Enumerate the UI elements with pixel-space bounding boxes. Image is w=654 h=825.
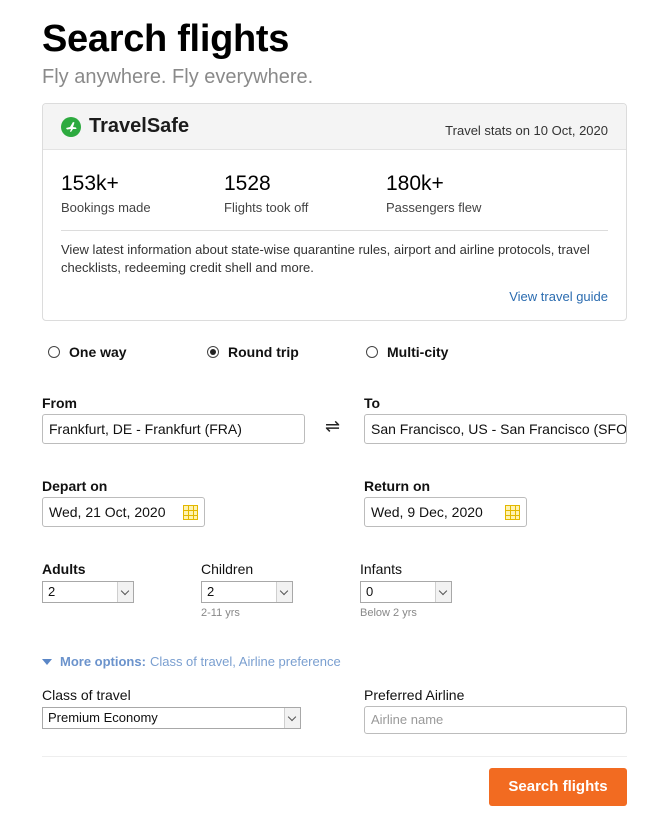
return-date-field[interactable]: Wed, 9 Dec, 2020 bbox=[364, 497, 527, 527]
trip-type-round-trip[interactable]: Round trip bbox=[207, 344, 299, 360]
adults-value: 2 bbox=[48, 584, 56, 599]
chevron-down-icon[interactable] bbox=[284, 708, 300, 728]
trip-type-multi-city[interactable]: Multi-city bbox=[366, 344, 448, 360]
return-date-value: Wed, 9 Dec, 2020 bbox=[371, 504, 483, 520]
stat-flights: 1528 Flights took off bbox=[224, 172, 308, 215]
calendar-icon[interactable] bbox=[183, 505, 198, 520]
trip-type-one-way[interactable]: One way bbox=[48, 344, 127, 360]
radio-label: Multi-city bbox=[387, 344, 449, 360]
children-value: 2 bbox=[207, 584, 215, 599]
radio-button[interactable] bbox=[48, 346, 60, 358]
travelsafe-card: TravelSafe Travel stats on 10 Oct, 2020 … bbox=[42, 103, 627, 321]
search-flights-button[interactable]: Search flights bbox=[489, 768, 627, 806]
children-hint: 2-11 yrs bbox=[201, 607, 240, 619]
divider bbox=[61, 230, 608, 231]
stat-value: 153k+ bbox=[61, 172, 119, 195]
page-title: Search flights bbox=[42, 18, 290, 60]
page-subtitle: Fly anywhere. Fly everywhere. bbox=[42, 66, 314, 88]
radio-button[interactable] bbox=[366, 346, 378, 358]
travelsafe-logo-text: TravelSafe bbox=[89, 115, 190, 137]
infants-label: Infants bbox=[360, 561, 403, 577]
travelsafe-header: TravelSafe Travel stats on 10 Oct, 2020 bbox=[43, 104, 626, 150]
chevron-down-icon[interactable] bbox=[276, 582, 292, 602]
from-input[interactable]: Frankfurt, DE - Frankfurt (FRA) bbox=[42, 414, 305, 444]
stat-value: 180k+ bbox=[386, 172, 444, 195]
infants-select[interactable]: 0 bbox=[360, 581, 452, 603]
airplane-icon bbox=[61, 117, 81, 137]
divider bbox=[42, 756, 627, 757]
more-options-detail: Class of travel, Airline preference bbox=[149, 654, 341, 669]
stat-value: 1528 bbox=[224, 172, 271, 195]
stat-label: Flights took off bbox=[224, 200, 309, 215]
travelsafe-description: View latest information about state-wise… bbox=[61, 242, 590, 275]
stat-label: Bookings made bbox=[61, 200, 151, 215]
chevron-down-icon[interactable] bbox=[117, 582, 133, 602]
children-select[interactable]: 2 bbox=[201, 581, 293, 603]
to-input[interactable]: San Francisco, US - San Francisco (SFO) bbox=[364, 414, 627, 444]
stat-label: Passengers flew bbox=[386, 200, 482, 215]
view-travel-guide-link[interactable]: View travel guide bbox=[509, 289, 608, 304]
stat-passengers: 180k+ Passengers flew bbox=[386, 172, 481, 215]
calendar-icon[interactable] bbox=[505, 505, 520, 520]
adults-select[interactable]: 2 bbox=[42, 581, 134, 603]
radio-label: Round trip bbox=[228, 344, 299, 360]
depart-date-value: Wed, 21 Oct, 2020 bbox=[49, 504, 166, 520]
caret-down-icon bbox=[42, 658, 52, 665]
infants-hint: Below 2 yrs bbox=[360, 607, 417, 619]
radio-button-selected[interactable] bbox=[207, 346, 219, 358]
from-label: From bbox=[42, 395, 77, 411]
depart-label: Depart on bbox=[42, 478, 108, 494]
airline-name-input[interactable]: Airline name bbox=[364, 706, 627, 734]
more-options-label: More options: bbox=[60, 654, 146, 669]
class-of-travel-value: Premium Economy bbox=[48, 710, 158, 725]
class-of-travel-select[interactable]: Premium Economy bbox=[42, 707, 301, 729]
more-options-toggle[interactable]: More options: Class of travel, Airline p… bbox=[42, 654, 341, 669]
children-label: Children bbox=[201, 561, 254, 577]
chevron-down-icon[interactable] bbox=[435, 582, 451, 602]
class-of-travel-label: Class of travel bbox=[42, 687, 131, 703]
stat-bookings: 153k+ Bookings made bbox=[61, 172, 151, 215]
radio-label: One way bbox=[69, 344, 127, 360]
adults-label: Adults bbox=[42, 561, 86, 577]
infants-value: 0 bbox=[366, 584, 374, 599]
return-label: Return on bbox=[364, 478, 431, 494]
depart-date-field[interactable]: Wed, 21 Oct, 2020 bbox=[42, 497, 205, 527]
preferred-airline-label: Preferred Airline bbox=[364, 687, 465, 703]
stats-date: Travel stats on 10 Oct, 2020 bbox=[445, 123, 608, 138]
to-label: To bbox=[364, 395, 381, 411]
swap-icon[interactable]: ⇌ bbox=[325, 416, 340, 437]
